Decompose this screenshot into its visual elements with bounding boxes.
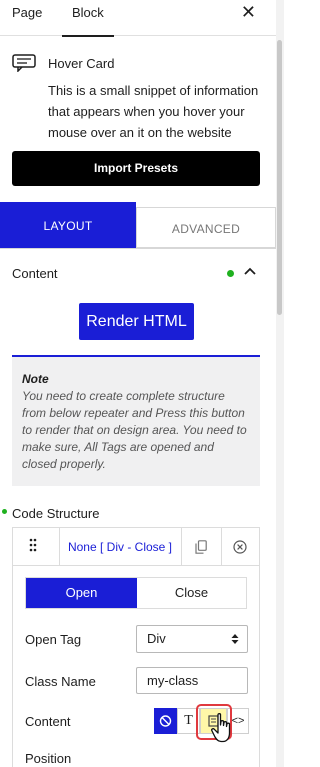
repeater-item: None [ Div - Close ] Open Close Open Tag…	[12, 527, 260, 767]
tab-layout[interactable]: LAYOUT	[0, 202, 136, 248]
repeater-item-header[interactable]: None [ Div - Close ]	[13, 528, 259, 566]
remove-icon[interactable]	[233, 540, 247, 554]
code-structure-dot	[2, 509, 7, 514]
content-none-button[interactable]	[154, 708, 177, 734]
open-tag-select[interactable]: Div	[136, 625, 248, 653]
select-arrows-icon	[231, 634, 239, 644]
code-structure-label: Code Structure	[12, 506, 100, 521]
render-html-button[interactable]: Render HTML	[79, 303, 194, 340]
content-section-title[interactable]: Content	[12, 266, 58, 281]
block-title: Hover Card	[48, 56, 115, 71]
drag-handle-icon[interactable]	[29, 538, 37, 552]
status-dot	[227, 270, 234, 277]
import-presets-button[interactable]: Import Presets	[12, 151, 260, 186]
position-label: Position	[25, 751, 72, 766]
hover-card-icon	[12, 54, 36, 72]
hand-cursor-icon	[211, 713, 231, 743]
chevron-up-icon[interactable]	[243, 266, 257, 276]
tabs-divider	[0, 248, 276, 249]
none-icon	[159, 715, 172, 727]
content-label: Content	[25, 714, 71, 729]
repeater-item-title[interactable]: None [ Div - Close ]	[60, 528, 180, 566]
class-name-label: Class Name	[25, 674, 96, 689]
close-button[interactable]: Close	[137, 578, 246, 608]
scrollbar-thumb[interactable]	[277, 40, 282, 315]
duplicate-icon[interactable]	[195, 540, 207, 554]
open-button[interactable]: Open	[26, 578, 137, 608]
tab-advanced[interactable]: ADVANCED	[136, 207, 276, 248]
tab-block[interactable]: Block	[62, 0, 114, 37]
close-icon[interactable]: ✕	[241, 1, 256, 23]
open-close-toggle: Open Close	[25, 577, 247, 609]
class-name-input[interactable]: my-class	[136, 667, 248, 694]
sidebar-tabs: Page Block ✕	[0, 0, 276, 37]
block-card: Hover Card This is a small snippet of in…	[0, 36, 276, 146]
open-tag-label: Open Tag	[25, 632, 82, 647]
open-tag-value: Div	[147, 631, 166, 646]
note-title: Note	[22, 372, 49, 386]
note-box: Note You need to create complete structu…	[12, 355, 260, 486]
tab-page[interactable]: Page	[12, 0, 42, 36]
note-text: You need to create complete structure fr…	[22, 389, 247, 471]
block-description: This is a small snippet of information t…	[48, 83, 259, 140]
